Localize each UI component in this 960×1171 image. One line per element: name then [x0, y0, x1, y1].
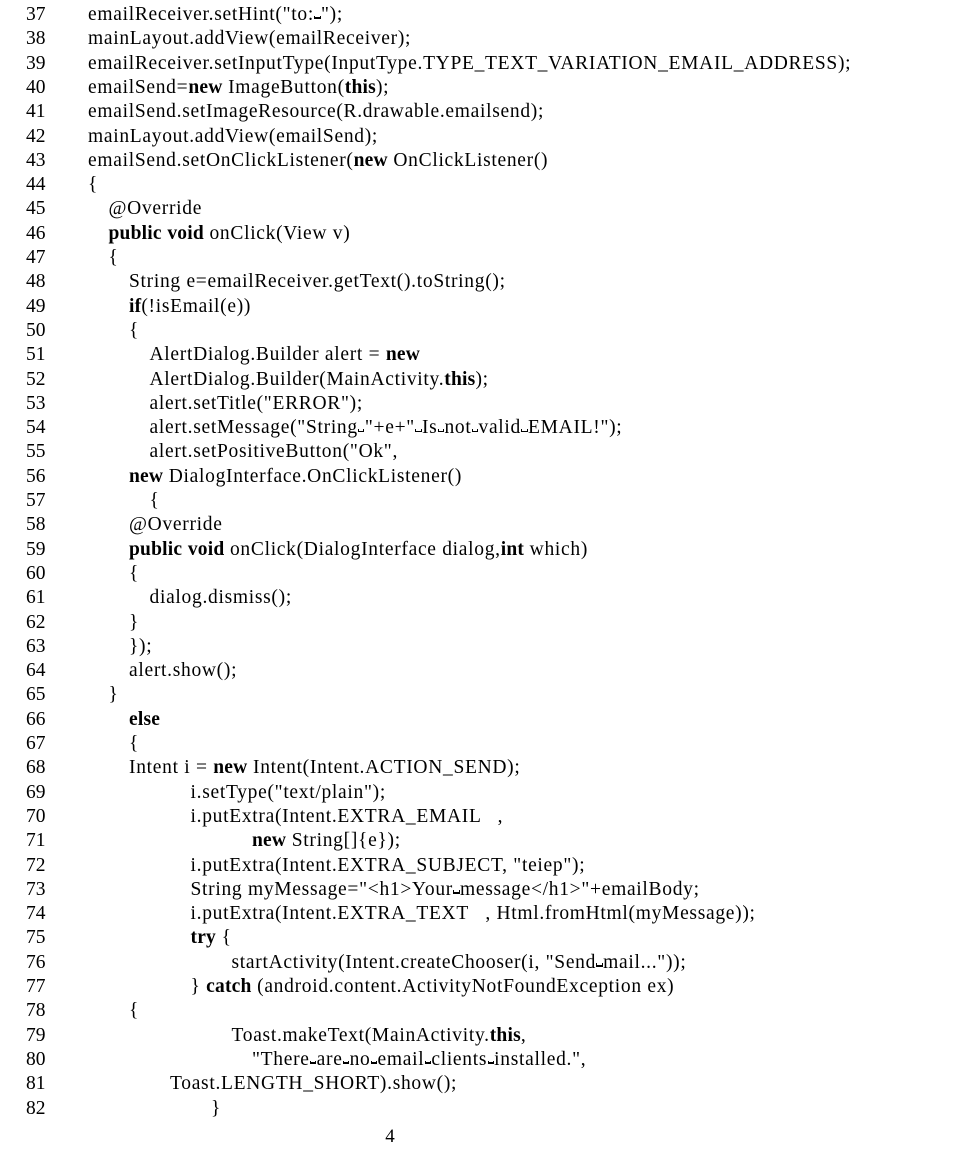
code-text: if(!isEmail(e)): [129, 295, 252, 317]
line-number: 50: [26, 319, 46, 341]
code-text: i.putExtra(Intent.EXTRA_EMAIL ,: [190, 805, 504, 827]
line-number: 78: [26, 1000, 46, 1022]
line-number: 76: [26, 951, 46, 973]
code-text: dialog.dismiss();: [149, 587, 292, 609]
code-text: mainLayout.addView(emailSend);: [88, 125, 379, 147]
code-text: alert.setMessage("String "+e+" Is not valid E…: [149, 417, 623, 439]
code-text: {: [88, 174, 99, 196]
line-number: 61: [26, 587, 46, 609]
code-text: }: [108, 684, 119, 706]
code-text: }: [129, 611, 140, 633]
line-number: 70: [26, 805, 46, 827]
code-text: else: [129, 708, 161, 730]
line-number: 53: [26, 392, 46, 414]
line-number: 58: [26, 514, 46, 536]
code-text: emailSend.setOnClickListener(new OnClick…: [88, 149, 549, 171]
code-text: @Override: [108, 198, 203, 220]
code-text: startActivity(Intent.createChooser(i, "S…: [231, 951, 687, 973]
line-number: 45: [26, 198, 46, 220]
code-text: i.putExtra(Intent.EXTRA_SUBJECT, "teiep"…: [190, 854, 586, 876]
line-number: 43: [26, 149, 46, 171]
code-text: {: [129, 319, 140, 341]
code-text: emailReceiver.setInputType(InputType.TYP…: [88, 52, 852, 74]
code-text: public void onClick(DialogInterface dial…: [129, 538, 589, 560]
line-number: 48: [26, 271, 46, 293]
code-text: alert.setTitle("ERROR");: [149, 392, 363, 414]
code-text: Intent i = new Intent(Intent.ACTION_SEND…: [129, 757, 521, 779]
line-number: 59: [26, 538, 46, 560]
line-number: 38: [26, 28, 46, 50]
line-number: 74: [26, 903, 46, 925]
code-text: emailReceiver.setHint("to: ");: [88, 4, 343, 25]
page-number: 4: [385, 1126, 395, 1147]
code-text: "There are no email clients installed.",: [252, 1048, 587, 1070]
line-number: 68: [26, 757, 46, 779]
line-number: 57: [26, 490, 46, 511]
line-number: 72: [26, 854, 46, 876]
line-number: 47: [26, 247, 46, 268]
line-number: 63: [26, 635, 46, 657]
code-text: {: [129, 562, 140, 584]
line-number: 54: [26, 417, 46, 439]
line-number: 52: [26, 368, 46, 390]
line-number: 46: [26, 222, 46, 244]
code-text: {: [149, 490, 160, 511]
line-number: 80: [26, 1048, 46, 1070]
code-text: mainLayout.addView(emailReceiver);: [88, 28, 412, 50]
line-number: 64: [26, 660, 46, 682]
code-text: {: [108, 247, 119, 268]
code-text: });: [129, 635, 153, 657]
code-text: new DialogInterface.OnClickListener(): [129, 465, 463, 487]
line-number: 62: [26, 611, 46, 633]
line-number: 60: [26, 562, 46, 584]
line-number: 37: [26, 4, 46, 25]
code-text: {: [129, 1000, 140, 1022]
line-number: 49: [26, 295, 46, 317]
line-number: 77: [26, 976, 46, 997]
line-number: 71: [26, 830, 46, 852]
code-text: try {: [190, 927, 232, 949]
code-text: Toast.makeText(MainActivity.this,: [231, 1024, 527, 1046]
code-text: i.setType("text/plain");: [190, 781, 386, 803]
line-number: 67: [26, 733, 46, 754]
line-number: 55: [26, 441, 46, 463]
line-number: 69: [26, 781, 46, 803]
line-number: 81: [26, 1073, 46, 1095]
code-text: {: [129, 733, 140, 754]
line-number: 41: [26, 101, 46, 123]
line-number: 51: [26, 344, 46, 366]
line-number: 66: [26, 708, 46, 730]
code-text: alert.setPositiveButton("Ok",: [149, 441, 399, 463]
code-text: String e=emailReceiver.getText().toStrin…: [129, 271, 506, 293]
code-text: emailSend=new ImageButton(this);: [88, 76, 390, 98]
code-text: String myMessage="<h1>Your message</h1>"+…: [190, 878, 700, 900]
code-text: i.putExtra(Intent.EXTRA_TEXT , Html.from…: [190, 903, 756, 925]
line-number: 82: [26, 1097, 46, 1119]
line-number: 44: [26, 174, 46, 196]
line-number: 73: [26, 878, 46, 900]
code-text: @Override: [129, 514, 223, 536]
line-number: 56: [26, 465, 46, 487]
line-number: 79: [26, 1024, 46, 1046]
code-text: alert.show();: [129, 660, 238, 682]
line-number: 65: [26, 684, 46, 706]
code-text: Toast.LENGTH_SHORT).show();: [170, 1073, 458, 1095]
code-text: } catch (android.content.ActivityNotFoun…: [190, 976, 675, 997]
code-text: public void onClick(View v): [108, 222, 351, 244]
line-number: 39: [26, 52, 46, 74]
code-text: emailSend.setImageResource(R.drawable.em…: [88, 101, 545, 123]
code-text: }: [211, 1097, 222, 1119]
code-text: new String[]{e});: [252, 830, 401, 852]
code-text: AlertDialog.Builder(MainActivity.this);: [149, 368, 489, 390]
line-number: 40: [26, 76, 46, 98]
line-number: 75: [26, 927, 46, 949]
code-text: AlertDialog.Builder alert = new: [149, 344, 421, 366]
document-page: 37 emailReceiver.setHint("to: "); 38 mainLay…: [0, 0, 960, 1171]
line-number: 42: [26, 125, 46, 147]
